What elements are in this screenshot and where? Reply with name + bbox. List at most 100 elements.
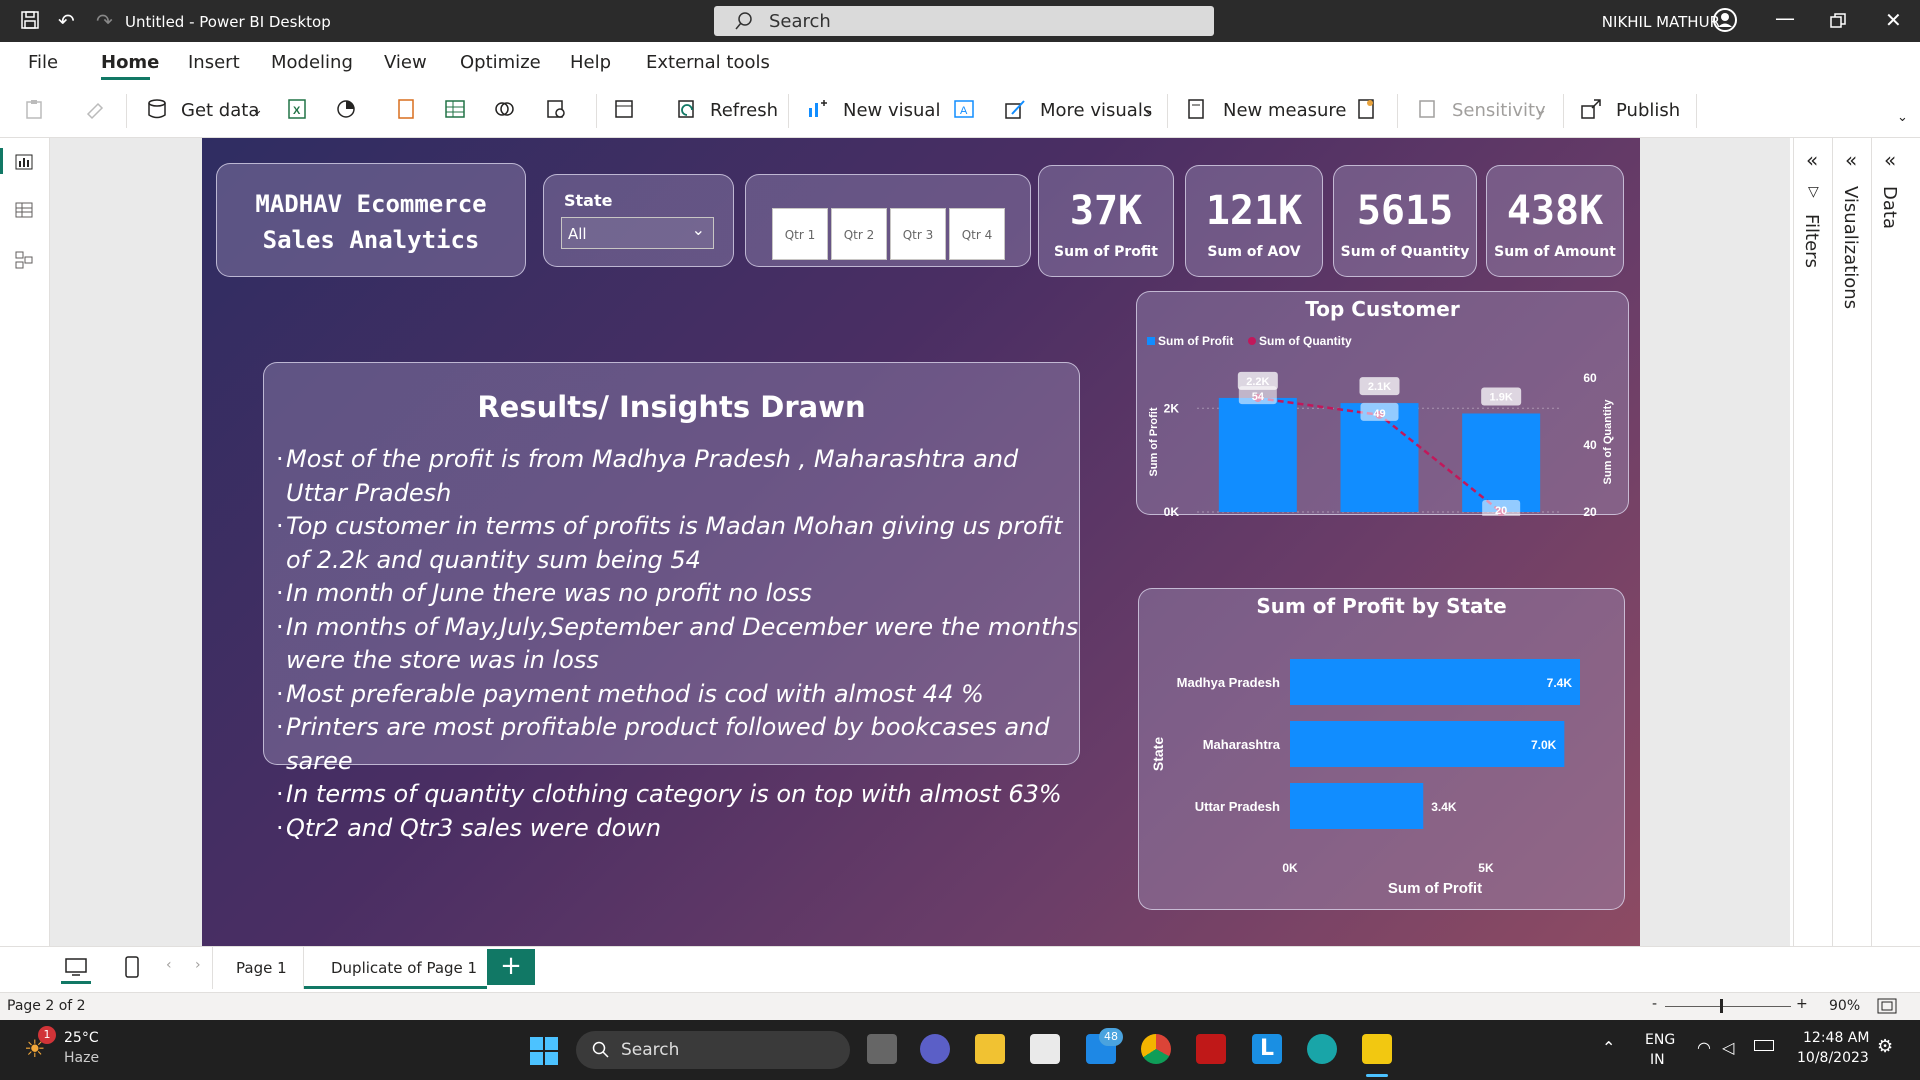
legend-label: Sum of Profit: [1158, 334, 1233, 348]
power-bi-icon[interactable]: [1362, 1034, 1392, 1064]
file-explorer-icon[interactable]: [975, 1034, 1005, 1064]
menu-modeling[interactable]: Modeling: [271, 52, 353, 73]
app-l-icon[interactable]: L: [1252, 1034, 1282, 1064]
quarter-button-1[interactable]: Qtr 1: [772, 208, 828, 260]
legend-swatch-profit: [1147, 337, 1155, 345]
redo-icon[interactable]: ↷: [96, 9, 113, 33]
expand-filters-icon[interactable]: «: [1806, 148, 1818, 172]
zoom-out-button[interactable]: -: [1652, 996, 1657, 1012]
get-data-icon[interactable]: [146, 98, 168, 120]
table-view-icon[interactable]: [14, 200, 34, 220]
menu-help[interactable]: Help: [570, 52, 611, 73]
get-data-chevron-icon[interactable]: ⌄: [252, 103, 263, 118]
data-view-icon[interactable]: [614, 98, 636, 120]
menu-optimize[interactable]: Optimize: [460, 52, 541, 73]
search-input[interactable]: Search: [714, 6, 1214, 36]
undo-icon[interactable]: ↶: [58, 9, 75, 33]
menu-view[interactable]: View: [384, 52, 427, 73]
publish-icon[interactable]: [1580, 98, 1602, 120]
edge-icon[interactable]: [1307, 1034, 1337, 1064]
user-avatar-icon[interactable]: [1712, 7, 1738, 38]
sql-icon[interactable]: [395, 98, 417, 120]
filters-pane[interactable]: « ▽ Filters: [1793, 138, 1832, 946]
save-icon[interactable]: [20, 10, 40, 35]
store-icon[interactable]: [1030, 1034, 1060, 1064]
quarter-button-3[interactable]: Qtr 3: [890, 208, 946, 260]
more-visuals-chevron-icon[interactable]: ⌄: [1143, 103, 1154, 118]
zoom-slider[interactable]: [1665, 1006, 1791, 1007]
enter-data-icon[interactable]: [444, 98, 466, 120]
expand-data-icon[interactable]: «: [1884, 148, 1896, 172]
quarter-button-4[interactable]: Qtr 4: [949, 208, 1005, 260]
model-view-icon[interactable]: [14, 250, 34, 270]
language-line-2[interactable]: IN: [1650, 1052, 1665, 1068]
excel-icon[interactable]: X: [286, 98, 308, 120]
wifi-icon[interactable]: ◠: [1697, 1038, 1711, 1057]
clock-date[interactable]: 10/8/2023: [1797, 1050, 1869, 1066]
restore-icon[interactable]: [1830, 10, 1846, 34]
kpi-value: 5615: [1356, 188, 1454, 234]
tab-page-1[interactable]: Page 1: [212, 947, 304, 989]
add-page-button[interactable]: +: [487, 949, 535, 985]
format-painter-icon[interactable]: [84, 98, 106, 120]
kpi-label: Sum of AOV: [1207, 244, 1301, 260]
teams-icon[interactable]: [920, 1034, 950, 1064]
quick-measure-icon[interactable]: [1355, 98, 1377, 120]
fit-to-page-icon[interactable]: [1877, 998, 1897, 1014]
mobile-layout-icon[interactable]: [124, 955, 140, 979]
recent-sources-icon[interactable]: [493, 98, 515, 120]
top-customer-chart: Top Customer Sum of Profit Sum of Quantit…: [1136, 291, 1629, 516]
notification-icon[interactable]: ⚙: [1877, 1036, 1893, 1057]
refresh-icon[interactable]: [676, 98, 698, 120]
menu-home[interactable]: Home: [101, 52, 159, 73]
data-label: 49: [1373, 408, 1385, 420]
data-pane[interactable]: « Data: [1871, 138, 1910, 946]
mcafee-icon[interactable]: [1196, 1034, 1226, 1064]
clock-time[interactable]: 12:48 AM: [1803, 1030, 1869, 1046]
state-dropdown[interactable]: All ⌄: [561, 217, 714, 249]
expand-visualizations-icon[interactable]: «: [1845, 148, 1857, 172]
new-visual-button[interactable]: New visual: [843, 100, 940, 121]
text-box-icon[interactable]: A: [953, 98, 975, 120]
calculator-icon[interactable]: [1185, 98, 1207, 120]
taskbar-search-input[interactable]: Search: [576, 1031, 850, 1069]
menu-external-tools[interactable]: External tools: [646, 52, 770, 73]
more-visuals-button[interactable]: More visuals: [1040, 100, 1152, 121]
battery-icon[interactable]: [1754, 1040, 1774, 1051]
zoom-slider-thumb[interactable]: [1720, 999, 1723, 1013]
desktop-layout-icon[interactable]: [64, 957, 88, 977]
menu-file[interactable]: File: [28, 52, 58, 73]
windows-start-icon[interactable]: [529, 1036, 559, 1066]
ribbon-collapse-icon[interactable]: ⌄: [1897, 110, 1908, 125]
report-title: MADHAV Ecommerce Sales Analytics: [217, 186, 525, 258]
active-app-indicator: [1366, 1074, 1388, 1077]
minimize-icon[interactable]: —: [1775, 6, 1795, 30]
chevron-up-icon[interactable]: ⌃: [1602, 1038, 1615, 1057]
more-visuals-icon[interactable]: [1004, 98, 1026, 120]
publish-button[interactable]: Publish: [1616, 100, 1680, 121]
task-view-icon[interactable]: [867, 1034, 897, 1064]
menu-insert[interactable]: Insert: [188, 52, 240, 73]
list-item: In months of May,July,September and Dece…: [276, 611, 1079, 678]
quarter-button-2[interactable]: Qtr 2: [831, 208, 887, 260]
kpi-label: Sum of Quantity: [1340, 244, 1470, 260]
paste-icon[interactable]: [24, 98, 46, 120]
close-icon[interactable]: ✕: [1885, 8, 1902, 32]
tab-duplicate-of-page-1[interactable]: Duplicate of Page 1: [304, 947, 487, 989]
new-measure-button[interactable]: New measure: [1223, 100, 1347, 121]
refresh-button[interactable]: Refresh: [710, 100, 778, 121]
report-view-icon[interactable]: [14, 152, 34, 172]
chrome-icon[interactable]: [1141, 1034, 1171, 1064]
next-page-icon[interactable]: ›: [195, 957, 201, 973]
language-line-1[interactable]: ENG: [1645, 1032, 1675, 1048]
zoom-in-button[interactable]: +: [1796, 996, 1808, 1012]
dataverse-icon[interactable]: [335, 98, 357, 120]
new-visual-icon[interactable]: [806, 98, 828, 120]
visualizations-pane[interactable]: « Visualizations: [1832, 138, 1871, 946]
prev-page-icon[interactable]: ‹: [166, 957, 172, 973]
get-data-button[interactable]: Get data: [181, 100, 259, 121]
volume-icon[interactable]: ◁: [1722, 1038, 1734, 1057]
ribbon-separator: [1563, 94, 1564, 128]
report-title-line-1: MADHAV Ecommerce: [255, 190, 487, 218]
transform-data-icon[interactable]: [545, 98, 567, 120]
